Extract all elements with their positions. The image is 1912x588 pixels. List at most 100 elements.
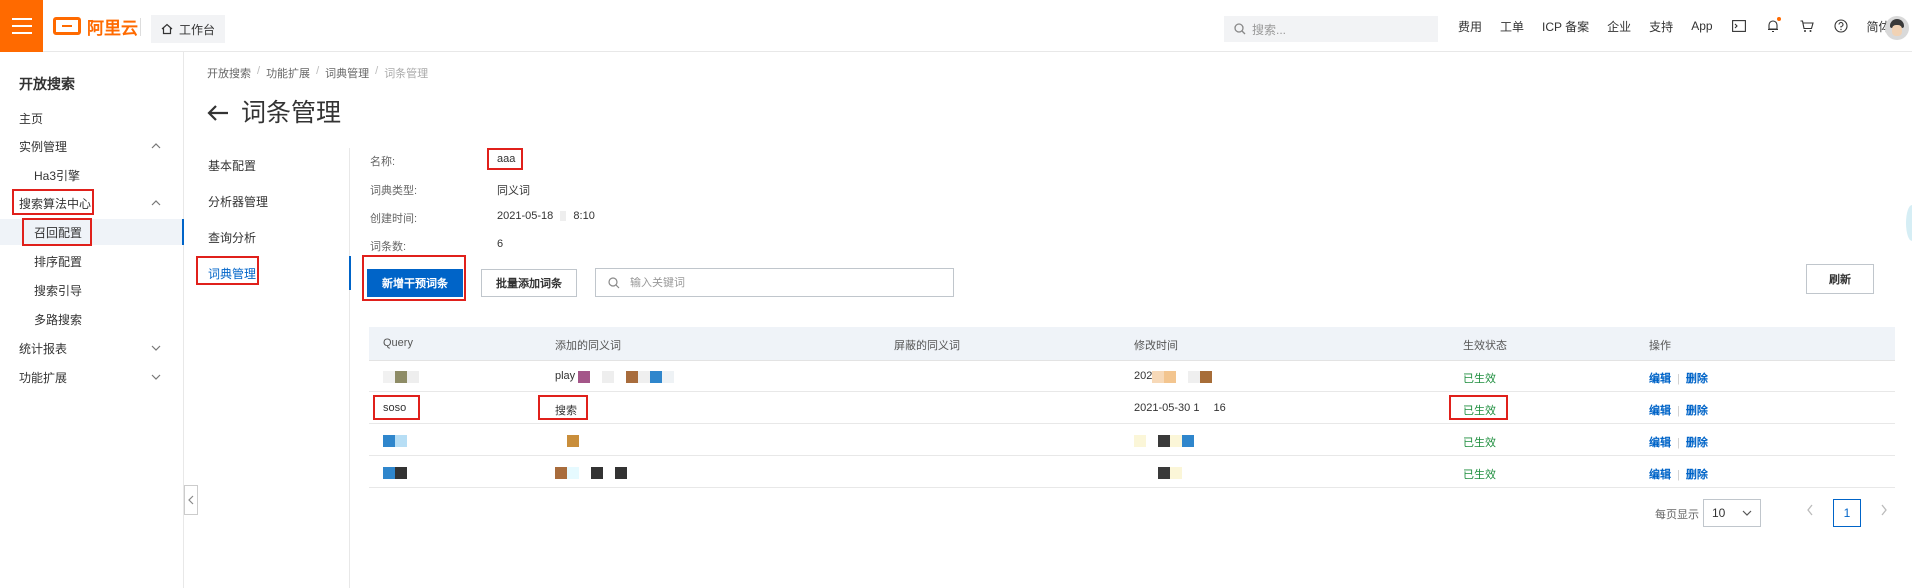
breadcrumb-sep: /: [316, 65, 320, 77]
refresh-button[interactable]: 刷新: [1806, 264, 1874, 294]
table-header: Query 添加的同义词 屏蔽的同义词 修改时间 生效状态 操作: [369, 327, 1895, 361]
redacted-time: [1134, 467, 1194, 479]
sidebar-item-label: 多路搜索: [34, 312, 83, 327]
logo-mark-icon: [53, 17, 81, 35]
edit-link[interactable]: 编辑: [1649, 373, 1671, 385]
table-row: play 202 已生效 编辑 | 删除: [369, 361, 1895, 392]
keyword-search-input[interactable]: [595, 268, 954, 297]
help-icon[interactable]: [1833, 18, 1849, 34]
count-value: 6: [497, 238, 504, 250]
table-row: soso 搜索 2021-05-30 1 16 已生效 编辑 | 删除: [369, 393, 1895, 424]
back-arrow-icon[interactable]: [207, 98, 229, 128]
subnav-query-analysis[interactable]: 查询分析: [194, 220, 350, 254]
search-icon: [1234, 23, 1246, 35]
edit-link[interactable]: 编辑: [1649, 469, 1671, 481]
global-search-input[interactable]: 搜索...: [1224, 16, 1438, 42]
sidebar: 开放搜索 主页 实例管理 Ha3引擎 搜索算法中心 召回配置 排序配置 搜索引导…: [0, 52, 184, 588]
sidebar-item-label: 功能扩展: [19, 370, 68, 385]
delete-link[interactable]: 删除: [1686, 469, 1708, 481]
home-icon: [161, 23, 173, 35]
redacted-synonym: [555, 435, 579, 447]
redaction-block: [560, 211, 567, 222]
delete-link[interactable]: 删除: [1686, 437, 1708, 449]
sidebar-item-recall-config[interactable]: 召回配置: [0, 219, 184, 245]
nav-icp[interactable]: ICP 备案: [1542, 18, 1589, 35]
breadcrumb-item[interactable]: 功能扩展: [266, 65, 310, 81]
subnav-analyzer[interactable]: 分析器管理: [194, 184, 350, 218]
status-badge: 已生效: [1463, 437, 1496, 449]
breadcrumb-sep: /: [257, 65, 261, 77]
time-cell: 2021-05-30 1 16: [1134, 402, 1226, 414]
row-actions: 编辑 | 删除: [1649, 466, 1708, 482]
workbench-label: 工作台: [179, 22, 216, 37]
sidebar-item-search-algorithm[interactable]: 搜索算法中心: [0, 190, 184, 216]
created-date: 2021-05-18: [497, 210, 554, 222]
add-intervention-button[interactable]: 新增干预词条: [367, 269, 463, 297]
sidebar-item-home[interactable]: 主页: [0, 105, 184, 131]
status-badge: 已生效: [1463, 405, 1496, 417]
created-time: 8:10: [573, 210, 595, 222]
delete-link[interactable]: 删除: [1686, 373, 1708, 385]
per-page-value: 10: [1712, 506, 1726, 520]
nav-tickets[interactable]: 工单: [1500, 18, 1524, 35]
page-number[interactable]: 1: [1833, 499, 1861, 527]
sidebar-item-label: 搜索引导: [34, 283, 83, 298]
sidebar-item-label: Ha3引擎: [34, 168, 81, 183]
sidebar-title: 开放搜索: [19, 76, 75, 92]
sidebar-item-search-guide[interactable]: 搜索引导: [0, 277, 184, 303]
table-row: 已生效 编辑 | 删除: [369, 457, 1895, 488]
divider: |: [1677, 373, 1680, 385]
row-actions: 编辑 | 删除: [1649, 370, 1708, 386]
sidebar-item-label: 召回配置: [34, 225, 83, 240]
chevron-down-icon: [151, 345, 161, 351]
time-value: 2021-05-30 1: [1134, 402, 1200, 414]
breadcrumb: 开放搜索 / 功能扩展 / 词典管理 / 词条管理: [207, 65, 428, 81]
per-page-select[interactable]: 10: [1703, 499, 1761, 527]
sidebar-item-instance[interactable]: 实例管理: [0, 133, 184, 159]
nav-support[interactable]: 支持: [1649, 18, 1673, 35]
synonym-cell: play: [555, 370, 576, 382]
terminal-icon[interactable]: [1731, 18, 1747, 34]
breadcrumb-current: 词条管理: [384, 68, 429, 80]
per-page-label: 每页显示: [1655, 509, 1699, 521]
side-widget[interactable]: [1906, 205, 1912, 241]
aliyun-logo[interactable]: 阿里云: [53, 14, 138, 38]
prev-page-icon[interactable]: [1806, 503, 1814, 521]
menu-icon[interactable]: [0, 0, 43, 52]
top-bar: 阿里云 工作台 搜索... 费用 工单 ICP 备案 企业 支持 App 简体: [0, 0, 1912, 52]
batch-add-button[interactable]: 批量添加词条: [481, 269, 577, 297]
sidebar-item-sort-config[interactable]: 排序配置: [0, 248, 184, 274]
time-cell: 202: [1134, 370, 1153, 382]
cart-icon[interactable]: [1799, 18, 1815, 34]
breadcrumb-item[interactable]: 开放搜索: [207, 65, 251, 81]
sidebar-item-extensions[interactable]: 功能扩展: [0, 364, 184, 390]
status-badge: 已生效: [1463, 469, 1496, 481]
query-cell: soso: [383, 402, 407, 414]
edit-link[interactable]: 编辑: [1649, 437, 1671, 449]
sidebar-item-label: 统计报表: [19, 341, 68, 356]
type-label: 词典类型:: [370, 185, 418, 197]
column-header: 屏蔽的同义词: [894, 340, 960, 352]
user-avatar[interactable]: [1885, 16, 1909, 40]
breadcrumb-item[interactable]: 词典管理: [325, 65, 369, 81]
bell-icon[interactable]: [1765, 17, 1781, 34]
nav-enterprise[interactable]: 企业: [1607, 18, 1631, 35]
nav-billing[interactable]: 费用: [1458, 18, 1482, 35]
nav-app[interactable]: App: [1691, 19, 1712, 33]
edit-link[interactable]: 编辑: [1649, 405, 1671, 417]
delete-link[interactable]: 删除: [1686, 405, 1708, 417]
keyword-input-field[interactable]: [630, 276, 930, 289]
sidebar-item-ha3[interactable]: Ha3引擎: [0, 162, 184, 188]
synonym-cell: 搜索: [555, 405, 577, 417]
redacted-synonym: [578, 371, 674, 383]
redacted-query: [383, 467, 407, 479]
redacted-query: [383, 371, 419, 383]
workbench-button[interactable]: 工作台: [151, 15, 226, 43]
sidebar-item-reports[interactable]: 统计报表: [0, 335, 184, 361]
next-page-icon[interactable]: [1880, 503, 1888, 521]
breadcrumb-sep: /: [375, 65, 379, 77]
subnav-basic-config[interactable]: 基本配置: [194, 148, 350, 182]
redacted-time: [1152, 371, 1212, 383]
sidebar-item-multi-search[interactable]: 多路搜索: [0, 306, 184, 332]
subnav-dictionary[interactable]: 词典管理: [194, 256, 351, 290]
